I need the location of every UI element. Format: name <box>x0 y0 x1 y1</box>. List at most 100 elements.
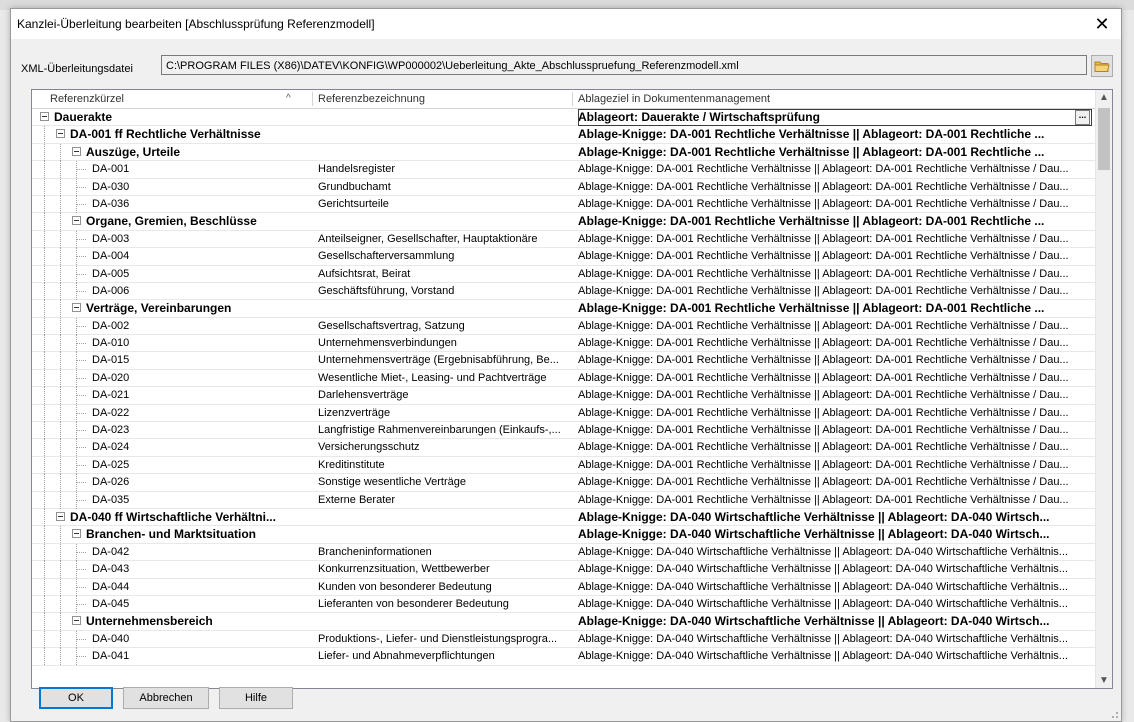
collapse-toggle-icon[interactable] <box>56 129 65 139</box>
ablageziel-cell[interactable]: Ablage-Knigge: DA-040 Wirtschaftliche Ve… <box>578 579 1092 596</box>
table-row[interactable]: DA-004 Gesellschafterversammlung Ablage-Kn… <box>32 248 1096 266</box>
ablageziel-cell[interactable]: Ablage-Knigge: DA-001 Rechtliche Verhält… <box>578 179 1092 196</box>
ok-button[interactable]: OK <box>39 687 113 709</box>
column-separator[interactable] <box>572 92 573 106</box>
ablageziel-cell[interactable]: Ablage-Knigge: DA-001 Rechtliche Verhält… <box>578 266 1092 283</box>
ablageziel-cell[interactable]: Ablage-Knigge: DA-001 Rechtliche Verhält… <box>578 370 1092 387</box>
ablageziel-cell[interactable]: Ablage-Knigge: DA-001 Rechtliche Verhält… <box>578 248 1092 265</box>
ablageziel-cell[interactable]: Ablage-Knigge: DA-040 Wirtschaftliche Ve… <box>578 509 1092 526</box>
ablageziel-cell[interactable]: Ablage-Knigge: DA-001 Rechtliche Verhält… <box>578 492 1092 509</box>
ablageziel-cell[interactable]: Ablage-Knigge: DA-040 Wirtschaftliche Ve… <box>578 648 1092 665</box>
column-header-ablageziel[interactable]: Ablageziel in Dokumentenmanagement <box>574 90 1094 108</box>
ablageziel-cell[interactable]: Ablage-Knigge: DA-001 Rechtliche Verhält… <box>578 387 1092 404</box>
table-row[interactable]: DA-022 Lizenzverträge Ablage-Knigge: DA-00… <box>32 404 1096 423</box>
resize-grip-icon[interactable] <box>1109 709 1119 719</box>
ablageziel-cell[interactable]: Ablage-Knigge: DA-001 Rechtliche Verhält… <box>578 144 1092 161</box>
table-row[interactable]: DA-021 Darlehensverträge Ablage-Knigge: DA… <box>32 387 1096 405</box>
scroll-up-arrow-icon[interactable]: ▲ <box>1099 92 1109 103</box>
table-row[interactable]: DA-020 Wesentliche Miet-, Leasing- und Pa… <box>32 369 1096 388</box>
referenz-grid[interactable]: Referenzkürzel ^ Referenzbezeichnung Abl… <box>31 89 1113 689</box>
table-row[interactable]: DA-041 Liefer- und Abnahmeverpflichtungen… <box>32 648 1096 666</box>
referenzkuerzel-label: DA-042 <box>92 545 130 558</box>
xml-file-path-field[interactable]: C:\PROGRAM FILES (X86)\DATEV\KONFIG\WP00… <box>161 55 1087 75</box>
ablageziel-cell[interactable]: Ablage-Knigge: DA-001 Rechtliche Verhält… <box>578 474 1092 491</box>
table-row[interactable]: DA-001 Handelsregister Ablage-Knigge: DA-0… <box>32 161 1096 179</box>
collapse-toggle-icon[interactable] <box>56 511 65 521</box>
tree-group-row[interactable]: Verträge, Vereinbarungen Ablage-Knigge: D… <box>32 300 1096 318</box>
tree-group-row[interactable]: Auszüge, Urteile Ablage-Knigge: DA-001 Re… <box>32 143 1096 162</box>
cancel-button[interactable]: Abbrechen <box>123 687 209 709</box>
tree-group-row[interactable]: DA-040 ff Wirtschaftliche Verhältni... Ab… <box>32 508 1096 527</box>
scroll-down-arrow-icon[interactable]: ▼ <box>1099 675 1109 686</box>
table-row[interactable]: DA-030 Grundbuchamt Ablage-Knigge: DA-001 … <box>32 178 1096 196</box>
ablageziel-cell[interactable]: Ablage-Knigge: DA-001 Rechtliche Verhält… <box>578 126 1092 143</box>
ablageziel-cell[interactable]: Ablage-Knigge: DA-001 Rechtliche Verhält… <box>578 300 1092 317</box>
referenzbezeichnung-cell: Unternehmensverträge (Ergebnisabführung,… <box>318 354 559 367</box>
table-row[interactable]: DA-026 Sonstige wesentliche Verträge Ablag… <box>32 474 1096 492</box>
tree-group-row[interactable]: Organe, Gremien, Beschlüsse Ablage-Knigge… <box>32 213 1096 231</box>
ablageziel-cell[interactable]: Ablage-Knigge: DA-001 Rechtliche Verhält… <box>578 439 1092 456</box>
collapse-toggle-icon[interactable] <box>72 303 81 313</box>
ablageziel-cell[interactable]: Ablage-Knigge: DA-040 Wirtschaftliche Ve… <box>578 544 1092 561</box>
table-row[interactable]: DA-035 Externe Berater Ablage-Knigge: DA-0… <box>32 491 1096 509</box>
ablageziel-cell[interactable]: Ablage-Knigge: DA-040 Wirtschaftliche Ve… <box>578 596 1092 613</box>
ablageziel-cell[interactable]: Ablage-Knigge: DA-001 Rechtliche Verhält… <box>578 457 1092 474</box>
table-row[interactable]: DA-023 Langfristige Rahmenvereinbarungen … <box>32 422 1096 440</box>
help-button[interactable]: Hilfe <box>219 687 293 709</box>
tree-group-row[interactable]: Unternehmensbereich Ablage-Knigge: DA-040… <box>32 613 1096 631</box>
ablageziel-cell[interactable]: Ablage-Knigge: DA-040 Wirtschaftliche Ve… <box>578 526 1092 543</box>
collapse-toggle-icon[interactable] <box>40 112 49 121</box>
close-icon[interactable]: ✕ <box>1087 11 1117 37</box>
referenzkuerzel-label: Branchen- und Marktsituation <box>86 527 257 542</box>
ablageziel-cell[interactable]: Ablage-Knigge: DA-001 Rechtliche Verhält… <box>578 231 1092 248</box>
collapse-toggle-icon[interactable] <box>72 216 81 226</box>
table-row[interactable]: DA-024 Versicherungsschutz Ablage-Knigge: … <box>32 439 1096 457</box>
table-row[interactable]: DA-002 Gesellschaftsvertrag, Satzung Ablag… <box>32 317 1096 336</box>
ablageziel-cell[interactable]: Ablage-Knigge: DA-001 Rechtliche Verhält… <box>578 422 1092 439</box>
table-row[interactable]: DA-015 Unternehmensverträge (Ergebnisabfü… <box>32 352 1096 370</box>
ablageziel-cell[interactable]: Ablage-Knigge: DA-040 Wirtschaftliche Ve… <box>578 631 1092 648</box>
referenzkuerzel-label: DA-004 <box>92 250 130 263</box>
tree-group-row[interactable]: DA-001 ff Rechtliche Verhältnisse Ablage-… <box>32 126 1096 144</box>
table-row[interactable]: DA-006 Geschäftsführung, Vorstand Ablage-K… <box>32 282 1096 301</box>
table-row[interactable]: DA-005 Aufsichtsrat, Beirat Ablage-Knigge:… <box>32 265 1096 283</box>
ablageziel-cell[interactable]: Ablage-Knigge: DA-001 Rechtliche Verhält… <box>578 352 1092 369</box>
table-row[interactable]: DA-042 Brancheninformationen Ablage-Knigge… <box>32 543 1096 562</box>
tree-group-row[interactable]: Dauerakte Ablageort: Dauerakte / Wirtscha… <box>32 109 1096 127</box>
table-row[interactable]: DA-025 Kreditinstitute Ablage-Knigge: DA-0… <box>32 456 1096 475</box>
table-row[interactable]: DA-036 Gerichtsurteile Ablage-Knigge: DA-0… <box>32 195 1096 214</box>
edit-ellipsis-button[interactable]: ... <box>1075 110 1090 125</box>
table-row[interactable]: DA-003 Anteilseigner, Gesellschafter, Hau… <box>32 230 1096 249</box>
ablageziel-cell[interactable]: Ablage-Knigge: DA-001 Rechtliche Verhält… <box>578 318 1092 335</box>
ablageziel-cell[interactable]: Ablageort: Dauerakte / Wirtschaftsprüfun… <box>578 109 1092 126</box>
column-separator[interactable] <box>312 92 313 106</box>
referenzbezeichnung-cell: Konkurrenzsituation, Wettbewerber <box>318 563 490 576</box>
ablageziel-text: Ablage-Knigge: DA-040 Wirtschaftliche Ve… <box>578 563 1068 576</box>
table-row[interactable]: DA-045 Lieferanten von besonderer Bedeutu… <box>32 595 1096 614</box>
table-row[interactable]: DA-044 Kunden von besonderer Bedeutung Abl… <box>32 578 1096 596</box>
table-row[interactable]: DA-010 Unternehmensverbindungen Ablage-Kni… <box>32 335 1096 353</box>
ablageziel-cell[interactable]: Ablage-Knigge: DA-001 Rechtliche Verhält… <box>578 196 1092 213</box>
column-header-referenzkuerzel[interactable]: Referenzkürzel <box>32 90 312 108</box>
table-row[interactable]: DA-040 Produktions-, Liefer- und Dienstle… <box>32 630 1096 649</box>
collapse-toggle-icon[interactable] <box>72 529 81 539</box>
ablageziel-cell[interactable]: Ablage-Knigge: DA-001 Rechtliche Verhält… <box>578 405 1092 422</box>
ablageziel-cell[interactable]: Ablage-Knigge: DA-001 Rechtliche Verhält… <box>578 335 1092 352</box>
vertical-scrollbar[interactable]: ▲ ▼ <box>1095 90 1112 688</box>
scrollbar-thumb[interactable] <box>1098 108 1110 170</box>
collapse-toggle-icon[interactable] <box>72 616 81 626</box>
ablageziel-cell[interactable]: Ablage-Knigge: DA-040 Wirtschaftliche Ve… <box>578 561 1092 578</box>
table-row[interactable]: DA-043 Konkurrenzsituation, Wettbewerber A… <box>32 561 1096 579</box>
ablageziel-cell[interactable]: Ablage-Knigge: DA-001 Rechtliche Verhält… <box>578 283 1092 300</box>
tree-connector-line <box>60 230 61 248</box>
column-header-referenzbezeichnung[interactable]: Referenzbezeichnung <box>314 90 570 108</box>
collapse-toggle-icon[interactable] <box>72 146 81 156</box>
referenzkuerzel-label: DA-001 <box>92 163 130 176</box>
ablageziel-cell[interactable]: Ablage-Knigge: DA-001 Rechtliche Verhält… <box>578 161 1092 178</box>
ablageziel-cell[interactable]: Ablage-Knigge: DA-040 Wirtschaftliche Ve… <box>578 613 1092 630</box>
tree-connector-line <box>77 656 87 658</box>
tree-group-row[interactable]: Branchen- und Marktsituation Ablage-Knigg… <box>32 526 1096 544</box>
ablageziel-cell[interactable]: Ablage-Knigge: DA-001 Rechtliche Verhält… <box>578 213 1092 230</box>
tree-connector-line <box>44 369 45 387</box>
browse-folder-button[interactable] <box>1091 55 1113 77</box>
